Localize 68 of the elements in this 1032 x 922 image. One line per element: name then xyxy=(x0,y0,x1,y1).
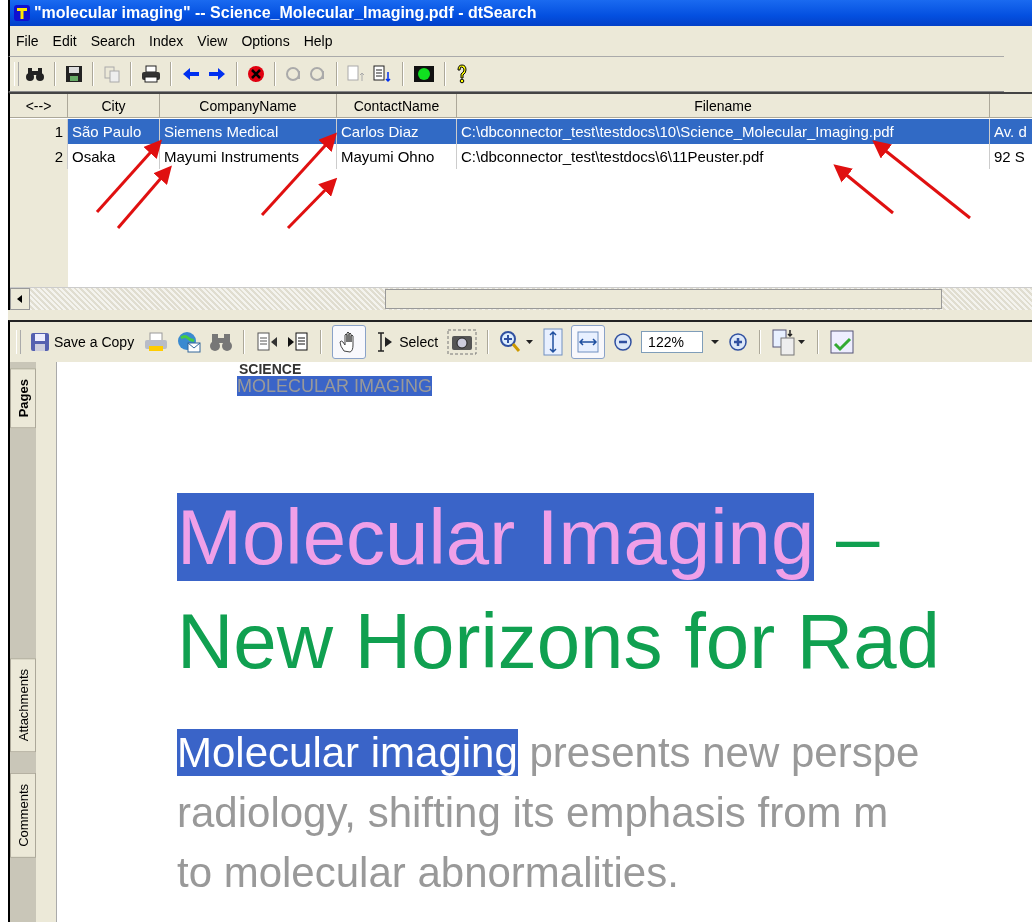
table-cell: Osaka xyxy=(72,148,116,165)
journal-name: SCIENCE xyxy=(238,362,303,376)
printer-icon[interactable] xyxy=(141,65,161,83)
app-icon xyxy=(14,5,30,21)
table-cell: São Paulo xyxy=(72,123,142,140)
help-icon[interactable] xyxy=(455,64,469,84)
save-icon[interactable] xyxy=(65,65,83,83)
menu-item[interactable]: View xyxy=(197,33,228,49)
column-header[interactable]: Filename xyxy=(457,94,990,118)
annotation-arrow xyxy=(116,165,172,229)
heading-line: New Horizons for Rad xyxy=(177,596,941,687)
menu-item[interactable]: File xyxy=(16,33,39,49)
rotate-pages-icon[interactable] xyxy=(771,328,808,356)
table-cell: Mayumi Instruments xyxy=(164,148,300,165)
stop-icon[interactable] xyxy=(247,65,265,83)
forward-arrow-icon[interactable] xyxy=(207,65,227,83)
zoom-field[interactable]: 122% xyxy=(641,331,704,353)
select-tool-button[interactable]: Select xyxy=(373,329,441,355)
hand-tool-button[interactable] xyxy=(332,325,367,359)
fit-page-icon[interactable] xyxy=(542,328,565,356)
menu-item[interactable]: Edit xyxy=(52,33,77,49)
heading-line: Molecular Imaging – xyxy=(177,492,881,583)
body-text-line: to molecular abnormalities. xyxy=(177,848,680,898)
side-tab[interactable]: Comments xyxy=(10,772,36,858)
spell-check-icon[interactable] xyxy=(829,329,856,355)
binoculars-icon[interactable] xyxy=(25,65,45,83)
table-cell: 92 S xyxy=(994,148,1025,165)
scroll-left-icon[interactable] xyxy=(10,288,30,310)
table-cell: Carlos Diaz xyxy=(341,123,419,140)
next-page-icon[interactable] xyxy=(286,331,311,353)
camera-icon[interactable] xyxy=(447,329,478,355)
column-header[interactable]: City xyxy=(68,94,160,118)
window-title: "molecular imaging" -- Science_Molecular_Imaging.pdf - dtSearch xyxy=(34,4,537,22)
save-copy-button[interactable]: Save a Copy xyxy=(28,330,137,354)
indicator-icon[interactable] xyxy=(413,65,435,83)
zoom-out-icon[interactable] xyxy=(612,331,635,353)
zoom-in-icon[interactable] xyxy=(499,330,536,354)
column-header[interactable]: CompanyName xyxy=(160,94,337,118)
column-header[interactable]: ContactName xyxy=(337,94,457,118)
row-number: 2 xyxy=(54,148,63,165)
menu-item[interactable]: Options xyxy=(241,33,290,49)
table-cell: Av. d xyxy=(994,123,1027,140)
fit-width-icon xyxy=(576,330,601,354)
back-arrow-icon[interactable] xyxy=(181,65,201,83)
next-document-icon[interactable] xyxy=(373,65,393,83)
body-text-line: radiology, shifting its emphasis from m xyxy=(177,788,890,838)
menu-item[interactable]: Help xyxy=(303,33,333,49)
globe-mail-icon[interactable] xyxy=(176,330,203,354)
menu-item[interactable]: Search xyxy=(90,33,136,49)
side-tab[interactable]: Pages xyxy=(10,368,36,429)
zoom-in-icon[interactable] xyxy=(727,331,750,353)
dropdown-caret-icon[interactable] xyxy=(710,338,721,346)
previous-page-icon[interactable] xyxy=(255,331,280,353)
table-cell: Siemens Medical xyxy=(164,123,279,140)
table-cell: C:\dbconnector_test\testdocs\6\11Peuster.pdf xyxy=(461,148,764,165)
fit-width-button[interactable] xyxy=(571,325,606,359)
table-cell: Mayumi Ohno xyxy=(341,148,435,165)
column-header[interactable]: <--> xyxy=(10,94,68,118)
section-label: MOLECULAR IMAGING xyxy=(237,376,433,396)
side-tab[interactable]: Attachments xyxy=(10,658,36,753)
table-cell: C:\dbconnector_test\testdocs\10\Science_Molecular_Imaging.pdf xyxy=(461,123,894,140)
menu-item[interactable]: Index xyxy=(149,33,184,49)
body-text-line: Molecular imaging presents new perspe xyxy=(177,728,921,778)
row-number: 1 xyxy=(54,123,63,140)
scroll-thumb[interactable] xyxy=(385,289,942,309)
table-row[interactable]: 2 Osaka Mayumi Instruments Mayumi Ohno C:\dbconnector_test\testdocs\6\11Peuster.pdf 92 S xyxy=(10,144,1032,169)
horizontal-scrollbar[interactable] xyxy=(10,287,1032,310)
save-icon xyxy=(30,332,50,352)
